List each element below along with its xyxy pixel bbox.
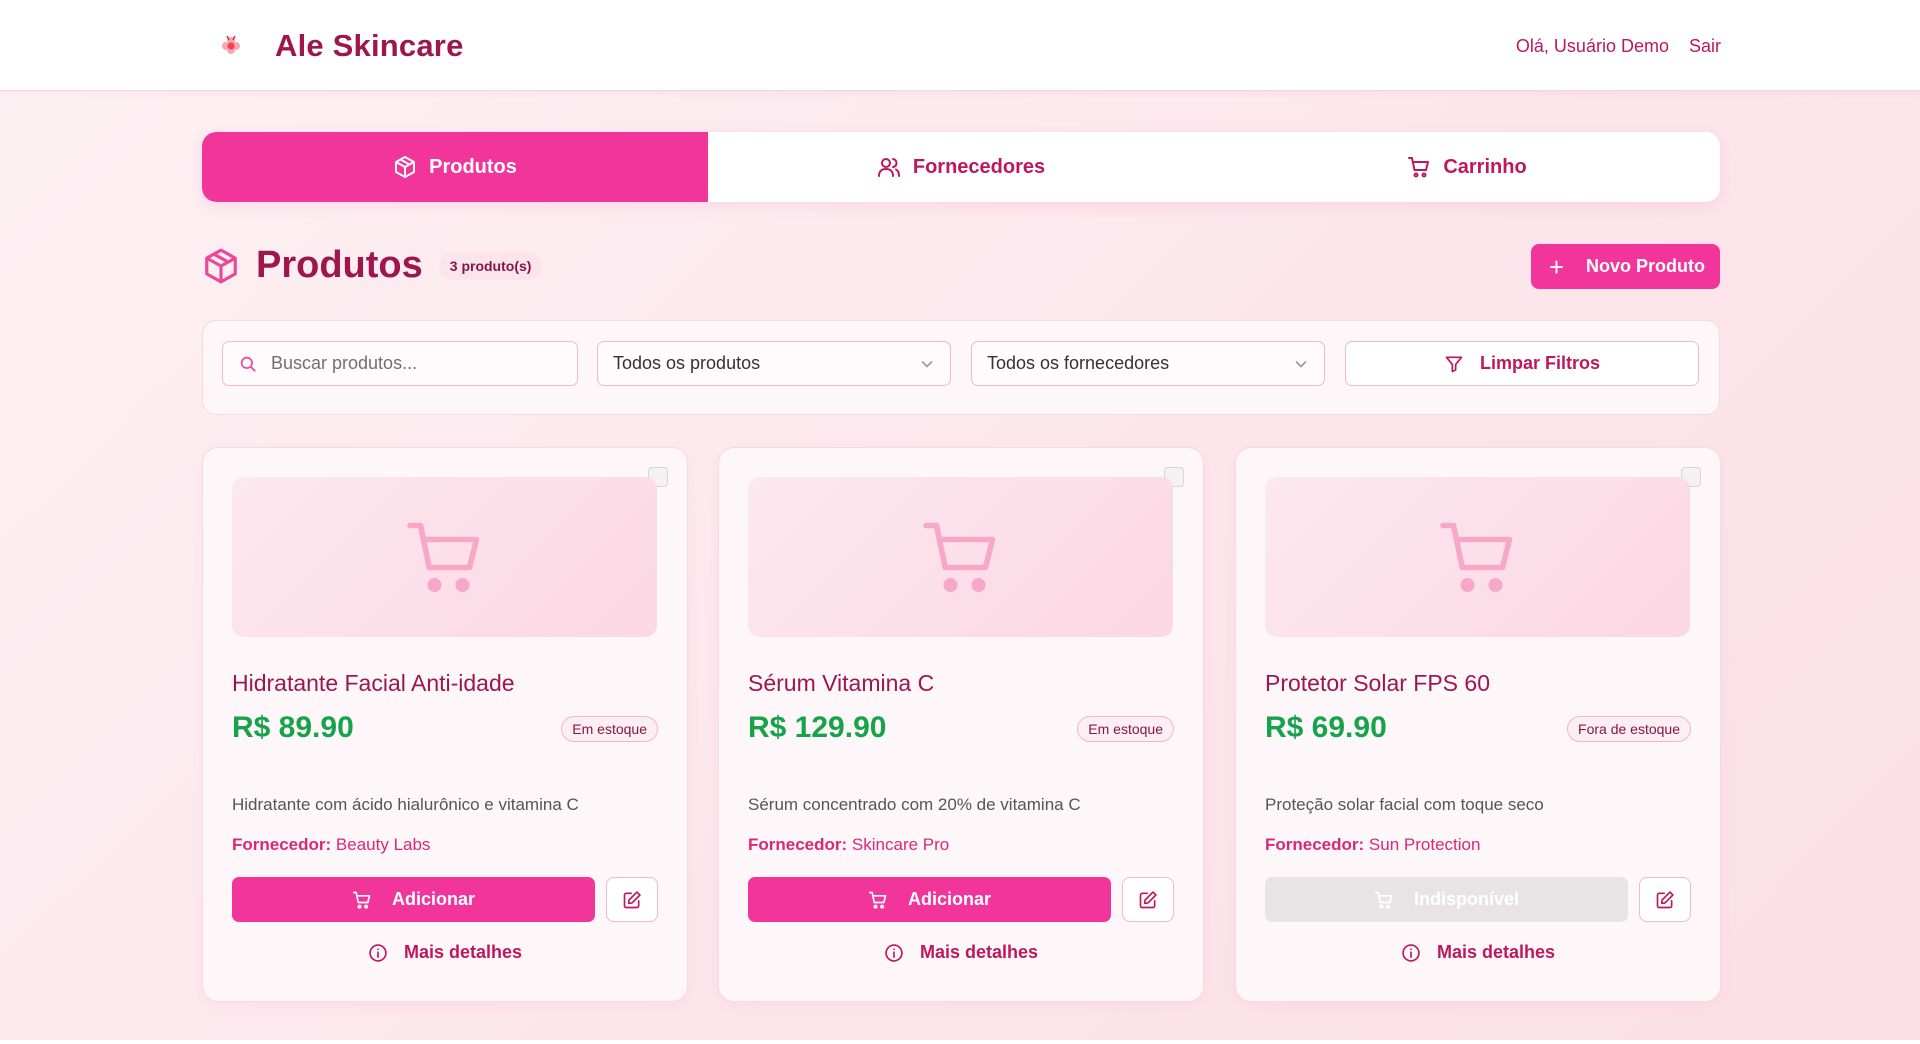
brand[interactable]: Ale Skincare [217, 28, 464, 64]
new-product-button[interactable]: + Novo Produto [1530, 244, 1720, 289]
supplier-filter-select[interactable]: Todos os fornecedores [971, 341, 1325, 386]
supplier-label: Fornecedor: [1265, 835, 1365, 854]
product-card: Sérum Vitamina C R$ 129.90 Em estoque Sé… [718, 447, 1204, 1002]
info-icon [885, 943, 903, 962]
product-supplier: Fornecedor: Skincare Pro [748, 835, 949, 855]
supplier-filter-value: Todos os fornecedores [987, 353, 1170, 373]
tab-fornecedores[interactable]: Fornecedores [708, 132, 1214, 202]
unavailable-button[interactable]: Indisponível [1265, 877, 1628, 922]
users-icon [877, 158, 900, 177]
cart-icon [1439, 522, 1512, 592]
package-icon [395, 156, 416, 178]
product-price: R$ 69.90 [1265, 711, 1387, 744]
product-name: Protetor Solar FPS 60 [1265, 670, 1490, 696]
edit-icon [1656, 890, 1674, 908]
info-icon [369, 943, 387, 962]
package-icon [205, 248, 237, 283]
tab-label: Carrinho [1443, 155, 1527, 178]
user-area: Olá, Usuário Demo Sair [1516, 36, 1721, 57]
clear-filters-button[interactable]: Limpar Filtros [1345, 341, 1699, 386]
cart-icon [352, 891, 371, 909]
section-title: Produtos [256, 244, 423, 286]
more-details-link[interactable]: Mais detalhes [203, 942, 687, 963]
search-field[interactable] [222, 341, 578, 386]
unavailable-label: Indisponível [1413, 889, 1519, 909]
product-filter-value: Todos os produtos [613, 353, 761, 373]
add-to-cart-button[interactable]: Adicionar [748, 877, 1111, 922]
product-supplier: Fornecedor: Sun Protection [1265, 835, 1480, 855]
stock-badge: Fora de estoque [1567, 716, 1691, 742]
supplier-label: Fornecedor: [748, 835, 848, 854]
products-header: Produtos 3 produto(s) + Novo Produto [202, 244, 1720, 294]
product-filter-select[interactable]: Todos os produtos [597, 341, 951, 386]
tab-label: Fornecedores [912, 155, 1046, 178]
details-label: Mais detalhes [403, 942, 523, 962]
more-details-link[interactable]: Mais detalhes [719, 942, 1203, 963]
page-title: Produtos 3 produto(s) [202, 244, 543, 287]
edit-button[interactable] [1122, 877, 1174, 922]
count-badge: 3 produto(s) [438, 251, 543, 280]
product-image-placeholder [1265, 477, 1690, 637]
stock-badge: Em estoque [561, 716, 658, 742]
logout-link[interactable]: Sair [1689, 36, 1721, 57]
add-label: Adicionar [907, 889, 991, 909]
chevron-down-icon [1295, 360, 1307, 368]
product-name: Hidratante Facial Anti-idade [232, 670, 515, 696]
supplier-label: Fornecedor: [232, 835, 332, 854]
more-details-link[interactable]: Mais detalhes [1236, 942, 1720, 963]
product-image-placeholder [232, 477, 657, 637]
product-price: R$ 89.90 [232, 711, 354, 744]
edit-icon [623, 890, 641, 908]
chevron-down-icon [921, 360, 933, 368]
product-supplier: Fornecedor: Beauty Labs [232, 835, 430, 855]
edit-button[interactable] [606, 877, 658, 922]
search-input[interactable] [271, 353, 551, 374]
product-card: Hidratante Facial Anti-idade R$ 89.90 Em… [202, 447, 688, 1002]
product-description: Sérum concentrado com 20% de vitamina C [748, 795, 1081, 814]
new-product-label: Novo Produto [1586, 256, 1705, 276]
product-card: Protetor Solar FPS 60 R$ 69.90 Fora de e… [1235, 447, 1721, 1002]
footer-divider [0, 1040, 1920, 1044]
product-description: Hidratante com ácido hialurônico e vitam… [232, 795, 579, 814]
cart-icon [922, 522, 995, 592]
add-to-cart-button[interactable]: Adicionar [232, 877, 595, 922]
info-icon [1402, 943, 1420, 962]
tab-produtos[interactable]: Produtos [202, 132, 708, 202]
product-price: R$ 129.90 [748, 711, 887, 744]
supplier-name: Skincare Pro [851, 835, 950, 854]
user-greeting: Olá, Usuário Demo [1515, 36, 1669, 56]
edit-button[interactable] [1639, 877, 1691, 922]
tab-label: Produtos [429, 155, 517, 178]
product-image-placeholder [748, 477, 1173, 637]
supplier-name: Beauty Labs [335, 835, 431, 854]
add-label: Adicionar [391, 889, 475, 909]
details-label: Mais detalhes [1436, 942, 1556, 962]
product-name: Sérum Vitamina C [748, 670, 935, 696]
flower-logo-icon [222, 35, 240, 54]
top-bar: Ale Skincare Olá, Usuário Demo Sair [0, 0, 1920, 91]
details-label: Mais detalhes [919, 942, 1039, 962]
filters-panel: Todos os produtos Todos os fornecedores … [202, 320, 1720, 415]
cart-icon [1374, 891, 1393, 909]
filter-icon [1445, 356, 1463, 372]
search-icon [240, 356, 256, 372]
cart-icon [406, 522, 479, 592]
edit-icon [1139, 890, 1157, 908]
cart-icon [868, 891, 887, 909]
product-description: Proteção solar facial com toque seco [1265, 795, 1544, 814]
cart-icon [1408, 157, 1430, 178]
main-tabs: Produtos Fornecedores Carrinho [202, 132, 1720, 202]
plus-icon: + [1548, 251, 1564, 282]
tab-carrinho[interactable]: Carrinho [1214, 132, 1720, 202]
stock-badge: Em estoque [1077, 716, 1174, 742]
supplier-name: Sun Protection [1368, 835, 1481, 854]
clear-filters-label: Limpar Filtros [1479, 353, 1600, 373]
brand-name: Ale Skincare [275, 28, 464, 63]
